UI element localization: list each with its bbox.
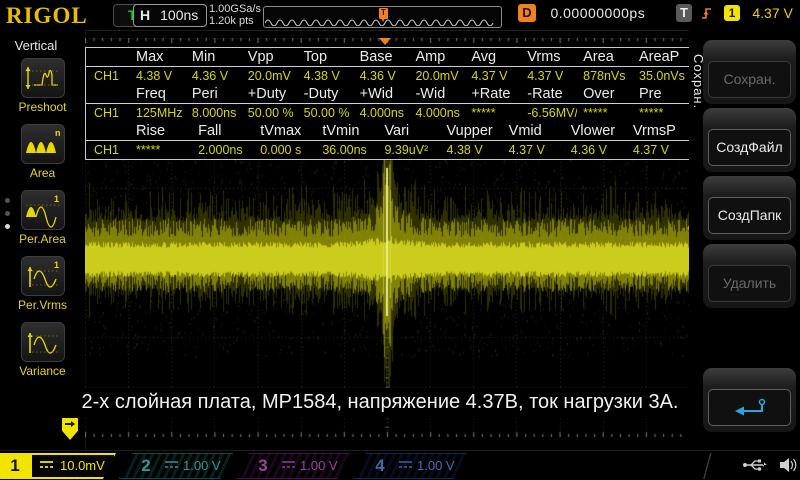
trigger-position-marker[interactable] (379, 38, 391, 45)
sidebar-item-per-vrms[interactable]: 1 Per.Vrms (0, 256, 85, 312)
memory-trigger-marker: T (379, 8, 388, 19)
menu-button-new-folder[interactable]: СоздПапк (703, 176, 796, 240)
channel-number: 4 (365, 453, 395, 479)
table-header-row: Freq Peri +Duty -Duty +Wid -Wid +Rate -R… (86, 85, 689, 104)
status-icons (742, 456, 798, 479)
table-header-row: Rise Fall tVmax tVmin Vari Vupper Vmid V… (86, 122, 689, 141)
trigger-source-badge: 1 (724, 5, 740, 21)
table-header-row: Max Min Vpp Top Base Amp Avg Vrms Area A… (86, 48, 689, 67)
back-arrow-icon (730, 397, 770, 419)
sidebar-title: Vertical (0, 38, 72, 53)
sidebar-item-label: Preshoot (0, 100, 85, 114)
speaker-icon (778, 456, 798, 474)
acquisition-info: 1.00GSa/s 1.20k pts (209, 3, 261, 27)
channel4-block[interactable]: 4 1.00 V (353, 453, 467, 479)
trigger-badge: T (676, 4, 692, 22)
menu-button-save[interactable]: Сохран. (703, 40, 796, 104)
sample-rate: 1.00GSa/s (209, 3, 261, 15)
svg-text:n: n (55, 128, 61, 138)
sidebar-item-area[interactable]: n Area (0, 124, 85, 180)
area-icon: n (21, 124, 65, 164)
channel-number: 2 (131, 453, 161, 479)
channel-scale: 1.00 V (183, 453, 221, 479)
channel-scale: 10.0mV (60, 453, 105, 479)
menu-button-delete[interactable]: Удалить (703, 244, 796, 308)
channel3-block[interactable]: 3 1.00 V (236, 453, 350, 479)
menu-button-new-file[interactable]: СоздФайл (703, 108, 796, 172)
memory-depth: 1.20k pts (209, 15, 261, 27)
channel2-block[interactable]: 2 1.00 V (119, 453, 233, 479)
table-value-row: CH1 4.38 V 4.36 V 20.0mV 4.38 V 4.36 V 2… (86, 67, 689, 86)
channel-scale: 1.00 V (417, 453, 455, 479)
softkey-menu: Сохран. Сохран. СоздФайл СоздПапк Удалит… (689, 30, 800, 450)
preshoot-icon (21, 58, 65, 98)
per-area-icon: 1 (21, 190, 65, 230)
sidebar-item-label: Area (0, 166, 85, 180)
sidebar-item-variance[interactable]: Variance (0, 322, 85, 378)
table-value-row: CH1 125MHz 8.000ns 50.00 % 50.00 % 4.000… (86, 104, 689, 123)
page-dot-active (5, 224, 10, 229)
page-dot (5, 198, 10, 203)
delay-value: 0.00000000ps (550, 5, 645, 21)
status-divider (700, 453, 714, 479)
rigol-logo: RIGOL (6, 3, 88, 29)
sidebar-item-label: Per.Vrms (0, 298, 85, 312)
oscilloscope-screen: RIGOL T'D H100ns 1.00GSa/s 1.20k pts T D… (0, 0, 800, 480)
usb-icon (742, 456, 768, 474)
channel-number: 1 (0, 453, 30, 479)
variance-icon (21, 322, 65, 362)
svg-text:1: 1 (54, 194, 59, 204)
delay-badge: D (518, 4, 536, 22)
sidebar-item-per-area[interactable]: 1 Per.Area (0, 190, 85, 246)
measurement-sidebar: Vertical Preshoot n Area 1 Per.Area 1 Pe… (0, 30, 86, 450)
timebase-value: 100ns (150, 7, 198, 23)
trigger-readout: T 1 4.37 V (676, 4, 793, 26)
channel-scale: 1.00 V (300, 453, 338, 479)
per-vrms-icon: 1 (21, 256, 65, 296)
sidebar-item-label: Variance (0, 364, 85, 378)
trigger-level-value: 4.37 V (752, 5, 792, 21)
dc-coupling-icon (399, 461, 412, 470)
channel-label: CH1 (86, 67, 130, 86)
annotation-text: 2-х слойная плата, MP1584, напряжение 4.… (50, 388, 710, 418)
memory-position-bar: T (263, 6, 502, 28)
channel1-block[interactable]: 1 10.0mV (0, 453, 116, 479)
dc-coupling-icon (165, 461, 178, 470)
sidebar-item-preshoot[interactable]: Preshoot (0, 58, 85, 114)
dc-coupling-icon (40, 461, 53, 470)
sidebar-item-label: Per.Area (0, 232, 85, 246)
h-label: H (134, 7, 150, 23)
waveform-display: Max Min Vpp Top Base Amp Avg Vrms Area A… (85, 38, 689, 437)
page-dot (5, 211, 10, 216)
table-value-row: CH1 ***** 2.000ns 0.000 s 36.00ns 9.39uV… (86, 141, 689, 160)
measurement-table: Max Min Vpp Top Base Amp Avg Vrms Area A… (85, 47, 690, 160)
delay-readout: D 0.00000000ps (518, 4, 645, 26)
channel-number: 3 (248, 453, 278, 479)
rising-edge-icon (701, 5, 714, 21)
menu-button-back[interactable] (703, 368, 796, 432)
horizontal-timebase-box: H100ns (133, 4, 207, 27)
dc-coupling-icon (282, 461, 295, 470)
svg-text:1: 1 (54, 260, 59, 270)
channel-status-bar: 1 10.0mV 2 1.00 V 3 1.00 V 4 1.00 V (0, 450, 800, 480)
channel-label: CH1 (86, 141, 130, 160)
channel-label: CH1 (86, 104, 130, 123)
top-status-bar: RIGOL T'D H100ns 1.00GSa/s 1.20k pts T D… (0, 0, 800, 31)
